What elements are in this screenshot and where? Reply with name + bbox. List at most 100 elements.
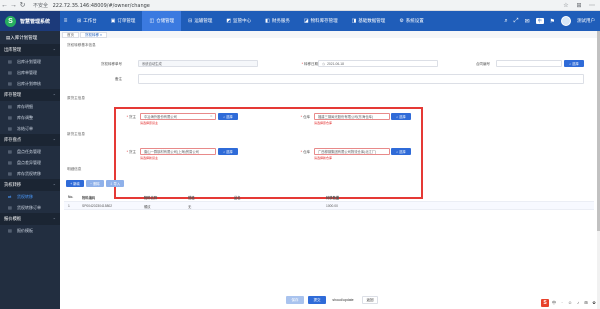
section-to-owner: 新货主信息: [67, 132, 85, 136]
nav-tab-material[interactable]: ◪ 物料库存管理: [297, 11, 345, 31]
sidebar-item-label: 出库计划审核: [17, 80, 41, 86]
transfer-date-label: *转移日期: [301, 62, 318, 66]
dashboard-icon: ⊞: [77, 18, 82, 24]
nav-tab-label: 订单管理: [117, 18, 136, 23]
sidebar-item-outbound-plan[interactable]: ▤ 出库计划管理: [0, 56, 60, 67]
import-label: 导入: [113, 182, 121, 186]
header-actions: ⌕ ⤢ ✉ 中 ⚑ 测试用户: [504, 11, 595, 31]
sidebar-item-frozen-orders[interactable]: ▤ 冻结订单: [0, 123, 60, 134]
table-header: No. 物料编码 物料名称 规格 品名 转移数量: [64, 193, 594, 202]
sidebar-item-quote[interactable]: ▤ 报价模板: [0, 225, 60, 236]
nav-tab-finance[interactable]: ◧ 财务服务: [258, 11, 297, 31]
sidebar-item-ownership-order[interactable]: ▤ 货权转移订单: [0, 202, 60, 213]
sidebar-item-stocktake-diff[interactable]: ▤ 盘点差异管理: [0, 157, 60, 168]
user-name[interactable]: 测试用户: [577, 18, 595, 24]
message-icon[interactable]: ✉: [525, 18, 530, 25]
transfer-date-picker[interactable]: ◷ 2021-06-18: [318, 60, 438, 67]
sidebar-group-label: 库存管理: [4, 92, 22, 97]
sidebar-item-inventory-adjust[interactable]: ▤ 库存调整: [0, 112, 60, 123]
doc-no-field: 系统自动生成: [138, 60, 258, 67]
pick-label: 选择: [572, 62, 579, 66]
sidebar-item-ownership-transfer[interactable]: ⇄ 货权转移: [0, 191, 60, 202]
contract-pick-button[interactable]: ⌕ 选择: [564, 60, 584, 67]
sidebar-group-stocktake[interactable]: 库存盘点 ⌃: [0, 134, 60, 146]
flag-icon[interactable]: ⚑: [550, 18, 555, 25]
save-button[interactable]: 保存: [286, 296, 304, 304]
page-tab-transfer[interactable]: 货权转移 ×: [80, 32, 108, 38]
doc-icon: ▤: [8, 149, 12, 154]
sidebar-group-ownership[interactable]: 货权转移 ⌃: [0, 179, 60, 191]
url-text: 222.72.35.146:48009/#/owner/change: [52, 2, 150, 9]
cell-material-name: 螺纹: [144, 205, 151, 209]
sidebar-item-stocktake-task[interactable]: ▤ 盘点任务管理: [0, 146, 60, 157]
col-material-name: 物料名称: [144, 196, 158, 200]
sidebar-item-outbound-review[interactable]: ▤ 出库计划审核: [0, 78, 60, 89]
sidebar-item-label: 冻结订单: [17, 125, 33, 131]
contract-no-field[interactable]: [496, 60, 562, 67]
reload-icon[interactable]: ↻: [18, 1, 27, 10]
back-button[interactable]: 返回: [362, 296, 378, 304]
sidebar-item-inbound-plan[interactable]: ▤ 入库计划管理: [0, 31, 60, 44]
chevron-up-icon: ⌃: [52, 182, 56, 188]
doc-icon: ▤: [8, 115, 12, 120]
address-bar[interactable]: 不安全 222.72.35.146:48009/#/owner/change: [33, 2, 150, 9]
forward-arrow-icon[interactable]: →: [9, 1, 18, 10]
menu-toggle-icon[interactable]: ≡: [61, 11, 70, 31]
nav-tab-label: 运输管理: [194, 18, 213, 23]
monitor-icon: ◩: [226, 18, 232, 24]
back-arrow-icon[interactable]: ←: [0, 1, 9, 10]
avatar[interactable]: [561, 16, 571, 26]
update-button[interactable]: shoud/update: [328, 296, 358, 304]
bookmark-star-icon[interactable]: ☆: [562, 1, 570, 9]
remark-textarea[interactable]: [138, 74, 584, 84]
nav-tab-label: 仓储管理: [156, 18, 175, 23]
skin-icon[interactable]: ✿: [591, 299, 597, 307]
database-icon: ◨: [351, 18, 357, 24]
col-spec: 规格: [188, 196, 195, 200]
table-row[interactable]: 1 SP00420230415802 螺纹 无 1000.00: [64, 202, 594, 210]
extensions-icon[interactable]: ⊞: [575, 1, 583, 9]
material-icon: ◪: [303, 18, 309, 24]
add-row-label: 新增: [73, 182, 80, 186]
nav-tab-settings[interactable]: ⚙ 系统设置: [392, 11, 430, 31]
nav-tab-label: 财务服务: [271, 18, 290, 23]
sogou-logo-icon[interactable]: S: [541, 298, 549, 307]
punctuation-icon[interactable]: ·: [559, 299, 565, 307]
voice-icon[interactable]: ♪: [575, 299, 581, 307]
cell-quantity[interactable]: 1000.00: [326, 204, 338, 208]
sidebar-item-label: 库存明细: [17, 103, 33, 109]
sidebar-item-inventory-detail[interactable]: ▤ 库存明细: [0, 101, 60, 112]
page-tab-home[interactable]: 首页: [62, 32, 79, 38]
add-row-button[interactable]: + 新增: [66, 180, 84, 187]
browser-toolbar: ← → ↻ 不安全 222.72.35.146:48009/#/owner/ch…: [0, 0, 600, 11]
import-button[interactable]: ⇩ 导入: [106, 180, 124, 187]
nav-tab-label: 工作台: [83, 18, 97, 23]
nav-tab-basedata[interactable]: ◨ 基础数据管理: [345, 11, 393, 31]
nav-tab-monitor[interactable]: ◩ 监管中心: [219, 11, 258, 31]
nav-tab-transport[interactable]: ⊟ 运输管理: [181, 11, 219, 31]
sidebar-group-label: 出库管理: [4, 47, 22, 52]
col-material-code: 物料编码: [82, 196, 96, 200]
browser-menu-icon[interactable]: ⋯: [588, 1, 596, 9]
fullscreen-icon[interactable]: ⤢: [514, 18, 519, 25]
delete-row-button[interactable]: − 删除: [86, 180, 104, 187]
sidebar-group-outbound[interactable]: 出库管理 ⌃: [0, 44, 60, 56]
sidebar-group-inventory[interactable]: 库存管理 ⌃: [0, 89, 60, 101]
nav-tab-workbench[interactable]: ⊞ 工作台: [70, 11, 104, 31]
section-detail: 明细信息: [67, 167, 82, 171]
logo-icon: S: [5, 15, 16, 27]
sidebar-item-ownership-stock[interactable]: ▤ 库存货权转移: [0, 168, 60, 179]
nav-tab-orders[interactable]: ▣ 订单管理: [104, 11, 143, 31]
logo[interactable]: S 智慧管理系统: [0, 11, 60, 31]
emoji-icon[interactable]: ☺: [567, 299, 573, 307]
main-content: 首页 货权转移 × 货权转移基本信息 货权转移单号 系统自动生成 *转移日期 ◷…: [60, 31, 600, 309]
chinese-mode-icon[interactable]: 中: [551, 299, 557, 307]
sidebar-item-label: 货权转移订单: [17, 204, 41, 210]
sidebar-item-outbound-order[interactable]: ▤ 出库单管理: [0, 67, 60, 78]
search-icon[interactable]: ⌕: [504, 18, 507, 25]
sidebar-group-quote[interactable]: 报价模板 ⌃: [0, 213, 60, 225]
nav-tab-warehouse[interactable]: ◫ 仓储管理: [142, 11, 182, 31]
keyboard-icon[interactable]: ⊞: [583, 299, 589, 307]
language-switch[interactable]: 中: [535, 18, 544, 24]
submit-button[interactable]: 提交: [308, 296, 326, 304]
